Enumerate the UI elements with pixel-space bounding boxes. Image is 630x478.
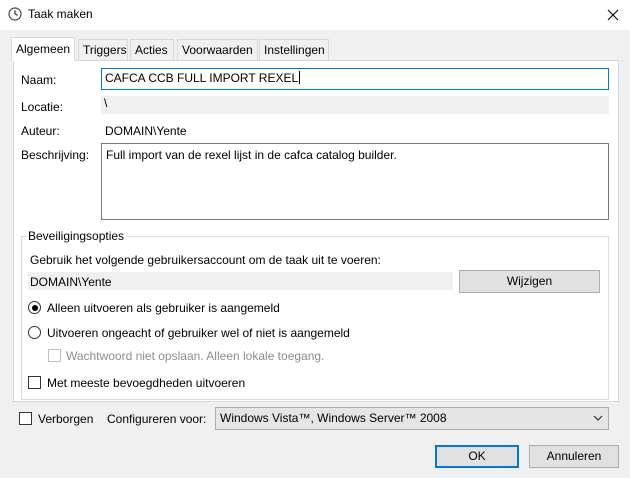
configure-for-value: Windows Vista™, Windows Server™ 2008 xyxy=(220,411,447,425)
tab-general[interactable]: Algemeen xyxy=(11,37,75,61)
description-label: Beschrijving: xyxy=(21,148,90,162)
clock-icon xyxy=(8,7,22,21)
highest-privileges-label[interactable]: Met meeste bevoegdheden uitvoeren xyxy=(47,376,245,390)
name-input[interactable]: CAFCA CCB FULL IMPORT REXEL xyxy=(101,68,609,90)
change-user-button[interactable]: Wijzigen xyxy=(459,270,600,293)
hidden-checkbox[interactable] xyxy=(19,412,32,425)
window-title: Taak maken xyxy=(28,7,93,21)
tab-triggers[interactable]: Triggers xyxy=(78,39,128,60)
description-value: Full import van de rexel lijst in de caf… xyxy=(106,148,397,162)
configure-for-select[interactable]: Windows Vista™, Windows Server™ 2008 xyxy=(215,407,609,430)
no-store-password-checkbox[interactable] xyxy=(48,349,61,362)
close-icon xyxy=(607,9,619,21)
title-bar xyxy=(0,0,630,30)
name-label: Naam: xyxy=(21,73,57,87)
highest-privileges-checkbox[interactable] xyxy=(28,376,41,389)
radio-run-always[interactable] xyxy=(28,326,41,339)
hidden-label[interactable]: Verborgen xyxy=(38,412,93,426)
radio-run-logged-on-label[interactable]: Alleen uitvoeren als gebruiker is aangem… xyxy=(47,301,280,315)
description-input[interactable]: Full import van de rexel lijst in de caf… xyxy=(101,143,609,220)
chevron-down-icon xyxy=(593,415,603,421)
tab-actions[interactable]: Acties xyxy=(130,39,174,60)
name-value: CAFCA CCB FULL IMPORT REXEL xyxy=(105,71,299,85)
no-store-password-label: Wachtwoord niet opslaan. Alleen lokale t… xyxy=(66,349,325,363)
ok-button[interactable]: OK xyxy=(435,445,519,468)
account-value: DOMAIN\Yente xyxy=(30,275,112,289)
author-value: DOMAIN\Yente xyxy=(105,124,187,138)
close-button[interactable] xyxy=(603,5,623,25)
tab-settings[interactable]: Instellingen xyxy=(259,39,329,60)
cancel-button[interactable]: Annuleren xyxy=(529,445,619,468)
tab-conditions[interactable]: Voorwaarden xyxy=(177,39,258,60)
location-label: Locatie: xyxy=(21,100,64,114)
account-prompt: Gebruik het volgende gebruikersaccount o… xyxy=(30,253,381,267)
author-label: Auteur: xyxy=(21,124,60,138)
radio-run-always-label[interactable]: Uitvoeren ongeacht of gebruiker wel of n… xyxy=(47,326,350,340)
location-value: \ xyxy=(104,96,108,110)
text-caret xyxy=(299,71,301,84)
radio-run-logged-on[interactable] xyxy=(28,301,41,314)
configure-for-label: Configureren voor: xyxy=(107,412,207,426)
security-group-title: Beveiligingsopties xyxy=(26,229,127,243)
location-field xyxy=(101,96,609,114)
